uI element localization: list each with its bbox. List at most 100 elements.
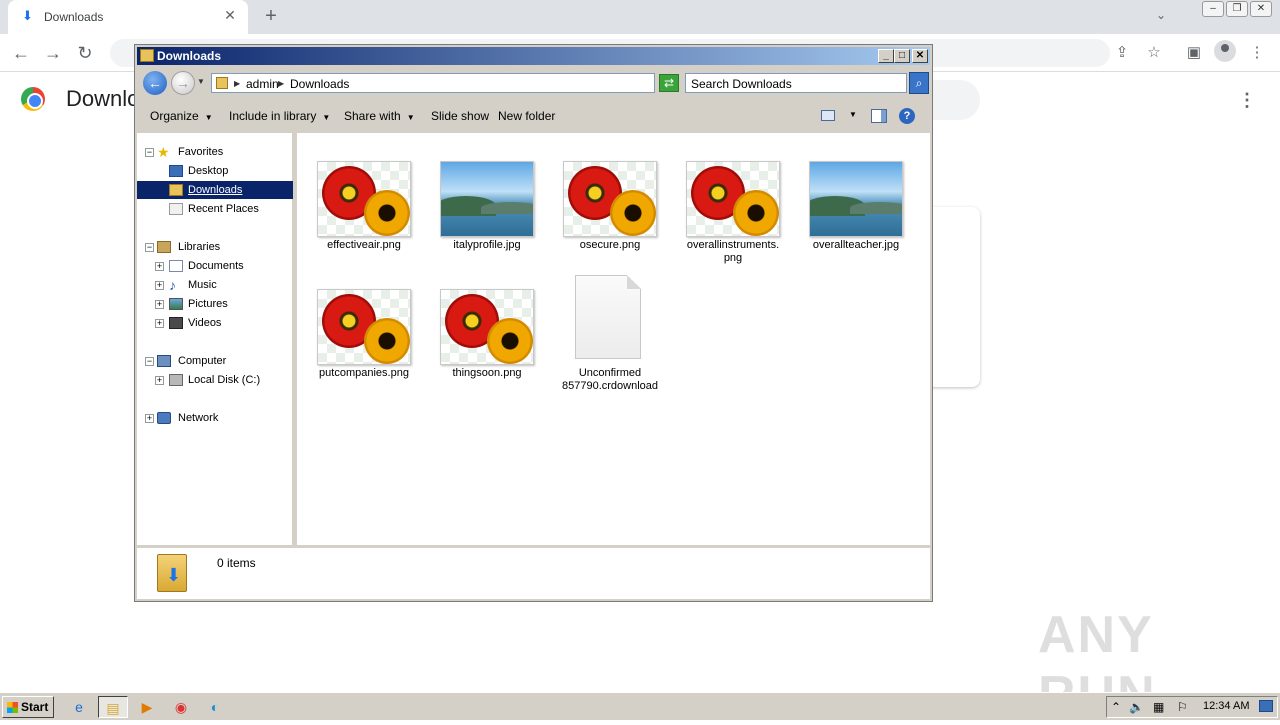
reload-icon[interactable]: ↻ xyxy=(74,42,96,64)
forward-arrow-icon[interactable]: → xyxy=(42,42,64,64)
file-item[interactable]: Unconfirmed 857790.crdownload xyxy=(553,275,663,395)
nav-local-disk[interactable]: + Local Disk (C:) xyxy=(137,371,293,389)
chrome-logo-icon xyxy=(21,87,45,111)
image-thumbnail xyxy=(686,161,780,237)
search-icon[interactable]: ⌕ xyxy=(909,72,929,94)
collapse-icon[interactable]: − xyxy=(145,243,154,252)
recent-pages-chevron-icon[interactable]: ▼ xyxy=(197,77,205,86)
file-item[interactable]: osecure.png xyxy=(553,161,663,281)
close-window-button[interactable]: ✕ xyxy=(1250,1,1272,17)
minimize-button[interactable]: _ xyxy=(878,49,894,63)
expand-icon[interactable]: + xyxy=(145,414,154,423)
file-name: osecure.png xyxy=(579,239,641,251)
breadcrumb-admin[interactable]: admin xyxy=(246,77,279,91)
nav-recent-places[interactable]: Recent Places xyxy=(137,200,293,218)
new-folder-button[interactable]: New folder xyxy=(498,109,555,123)
restore-button[interactable]: ❐ xyxy=(1226,1,1248,17)
explorer-taskbar-icon[interactable]: ▤ xyxy=(98,696,128,718)
view-options-chevron-icon[interactable]: ▼ xyxy=(849,110,857,119)
file-name: overallteacher.jpg xyxy=(812,239,900,251)
profile-avatar-icon[interactable] xyxy=(1214,40,1236,62)
nav-desktop[interactable]: Desktop xyxy=(137,162,293,180)
file-item[interactable]: italyprofile.jpg xyxy=(430,161,540,281)
breadcrumb-arrow-icon[interactable]: ▶ xyxy=(278,79,284,88)
tab-title: Downloads xyxy=(44,10,104,24)
network-status-icon[interactable]: ▦ xyxy=(1153,700,1164,714)
search-input[interactable]: Search Downloads xyxy=(685,73,907,93)
preview-pane-icon[interactable] xyxy=(871,109,887,123)
minimize-button[interactable]: – xyxy=(1202,1,1224,17)
file-item[interactable]: overallinstruments. png xyxy=(676,161,786,281)
browser-tabstrip: ⬇ Downloads ✕ + ⌄ – ❐ ✕ xyxy=(0,0,1280,34)
bookmark-star-icon[interactable]: ☆ xyxy=(1143,42,1165,64)
file-item[interactable]: effectiveair.png xyxy=(307,161,417,281)
downloads-folder-icon xyxy=(169,184,183,196)
browser-menu-icon[interactable]: ⋮ xyxy=(1246,42,1268,64)
refresh-icon[interactable]: ⇄ xyxy=(659,74,679,92)
back-icon[interactable]: ← xyxy=(143,71,167,95)
show-desktop-icon[interactable] xyxy=(1259,700,1273,712)
internet-explorer-icon[interactable]: e xyxy=(64,696,94,718)
help-icon[interactable]: ? xyxy=(899,108,915,124)
nav-downloads[interactable]: Downloads xyxy=(137,181,293,199)
explorer-address-bar[interactable]: ▶ admin ▶ Downloads ▼ xyxy=(211,73,720,93)
side-panel-icon[interactable]: ▣ xyxy=(1183,42,1205,64)
close-tab-icon[interactable]: ✕ xyxy=(222,7,238,23)
file-name: png xyxy=(723,252,743,264)
back-arrow-icon[interactable]: ← xyxy=(10,42,32,64)
file-name: Unconfirmed xyxy=(578,367,642,379)
nav-pictures[interactable]: + Pictures xyxy=(137,295,293,313)
explorer-title-bar[interactable]: Downloads _ □ ✕ xyxy=(137,47,930,65)
libraries-icon xyxy=(157,241,171,253)
expand-icon[interactable]: + xyxy=(155,281,164,290)
action-center-flag-icon[interactable]: ⚐ xyxy=(1177,700,1188,714)
expand-icon[interactable]: + xyxy=(155,376,164,385)
details-pane: 0 items xyxy=(137,547,930,599)
command-bar: Organize ▼ Include in library ▼ Share with… xyxy=(137,101,930,131)
nav-videos[interactable]: + Videos xyxy=(137,314,293,332)
videos-icon xyxy=(169,317,183,329)
slide-show-button[interactable]: Slide show xyxy=(431,109,489,123)
explorer-title: Downloads xyxy=(157,49,222,63)
volume-icon[interactable]: 🔈 xyxy=(1129,700,1144,714)
nav-libraries[interactable]: − Libraries xyxy=(137,238,293,256)
tab-search-chevron-icon[interactable]: ⌄ xyxy=(1152,8,1170,26)
clock[interactable]: 12:34 AM xyxy=(1203,700,1249,712)
media-player-icon[interactable]: ▶ xyxy=(132,696,162,718)
show-hidden-icons-icon[interactable]: ⌃ xyxy=(1111,700,1121,714)
file-item[interactable]: overallteacher.jpg xyxy=(799,161,909,281)
new-tab-button[interactable]: + xyxy=(260,5,282,27)
nav-music[interactable]: + ♪ Music xyxy=(137,276,293,294)
address-row: ← → ▼ ▶ admin ▶ Downloads ▼ ⇄ Search Dow… xyxy=(137,67,930,99)
file-item[interactable]: putcompanies.png xyxy=(307,289,417,409)
expand-icon[interactable]: + xyxy=(155,319,164,328)
share-icon[interactable]: ⇪ xyxy=(1111,42,1133,64)
downloads-menu-icon[interactable]: ⋮ xyxy=(1238,90,1256,110)
organize-button[interactable]: Organize ▼ xyxy=(150,109,213,123)
nav-computer[interactable]: − Computer xyxy=(137,352,293,370)
forward-icon[interactable]: → xyxy=(171,71,195,95)
tab-downloads[interactable]: ⬇ Downloads ✕ xyxy=(8,0,248,34)
change-view-icon[interactable] xyxy=(821,110,835,121)
file-name: 857790.crdownload xyxy=(561,380,659,392)
start-button[interactable]: Start xyxy=(2,696,54,718)
expand-icon[interactable]: + xyxy=(155,262,164,271)
breadcrumb-arrow-icon[interactable]: ▶ xyxy=(234,79,240,88)
include-in-library-button[interactable]: Include in library ▼ xyxy=(229,109,330,123)
nav-documents[interactable]: + Documents xyxy=(137,257,293,275)
file-item[interactable]: thingsoon.png xyxy=(430,289,540,409)
chrome-taskbar-icon[interactable]: ◉ xyxy=(166,696,196,718)
expand-icon[interactable]: + xyxy=(155,300,164,309)
nav-network[interactable]: + Network xyxy=(137,409,293,427)
close-button[interactable]: ✕ xyxy=(912,49,928,63)
image-thumbnail xyxy=(563,161,657,237)
collapse-icon[interactable]: − xyxy=(145,148,154,157)
collapse-icon[interactable]: − xyxy=(145,357,154,366)
breadcrumb-downloads[interactable]: Downloads xyxy=(290,77,349,91)
image-thumbnail xyxy=(440,289,534,365)
nav-favorites[interactable]: − ★ Favorites xyxy=(137,143,293,161)
recent-places-icon xyxy=(169,203,183,215)
maximize-button[interactable]: □ xyxy=(894,49,910,63)
edge-icon[interactable]: ◐ xyxy=(200,696,230,718)
share-with-button[interactable]: Share with ▼ xyxy=(344,109,415,123)
